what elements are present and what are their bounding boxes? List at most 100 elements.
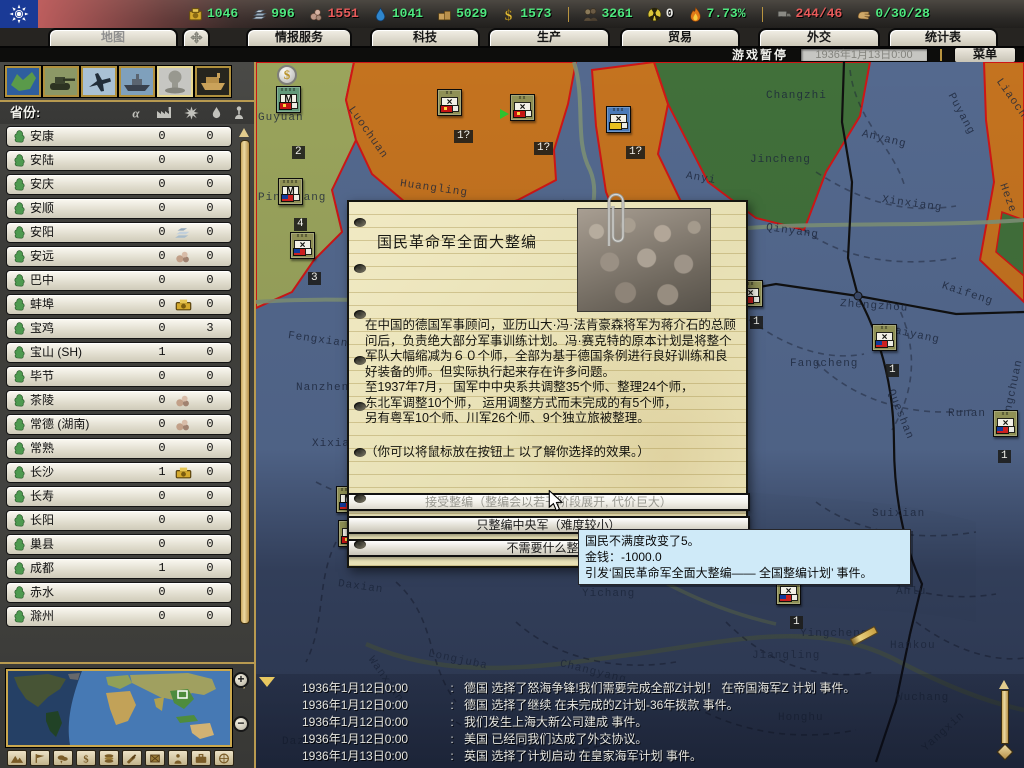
army-counter[interactable]: xxxxM$ xyxy=(276,86,301,113)
mapmode-terrain-button[interactable] xyxy=(7,750,27,766)
strength-pips: xxxx xyxy=(277,88,300,93)
province-name: 茶陵 xyxy=(30,394,149,407)
army-counter[interactable]: xxxxM xyxy=(278,178,303,205)
tab-trade[interactable]: 贸易 xyxy=(620,28,740,46)
naval-forces-button[interactable] xyxy=(119,66,155,97)
province-row[interactable]: 安康00 xyxy=(6,126,232,147)
province-value-1: 0 xyxy=(149,370,175,383)
tab-map[interactable]: 地图 xyxy=(48,28,178,46)
province-row[interactable]: 常熟00 xyxy=(6,438,232,459)
leaf-icon xyxy=(13,226,26,239)
air-forces-button[interactable] xyxy=(81,66,117,97)
province-row[interactable]: 常德 (湖南)00 xyxy=(6,414,232,435)
province-row[interactable]: 安顺00 xyxy=(6,198,232,219)
province-row[interactable]: 滁州00 xyxy=(6,606,232,627)
mapmode-economy-button[interactable]: $ xyxy=(76,750,96,766)
province-row[interactable]: 安阳00 xyxy=(6,222,232,243)
mapmode-weather-button[interactable] xyxy=(53,750,73,766)
land-forces-button[interactable] xyxy=(43,66,79,97)
metal-resource-icon xyxy=(175,227,195,239)
status-sub-bar: 游戏暂停 1936年1月13日0:00 菜单 xyxy=(0,48,1024,62)
province-row[interactable]: 安陆00 xyxy=(6,150,232,171)
tab-production[interactable]: 生产 xyxy=(488,28,610,46)
sort-industry-icon[interactable] xyxy=(156,106,172,120)
mapmode-resources-button[interactable] xyxy=(99,750,119,766)
no-resource-icon xyxy=(175,155,195,167)
menu-button[interactable]: 菜单 xyxy=(954,47,1016,63)
log-scrollbar[interactable] xyxy=(997,680,1011,758)
mapmode-supplies-button[interactable] xyxy=(145,750,165,766)
leaf-icon xyxy=(13,538,26,551)
province-row[interactable]: 宝鸡03 xyxy=(6,318,232,339)
no-resource-icon xyxy=(175,563,195,575)
log-entry[interactable]: 1936年1月12日0:00:德国 选择了继续 在未完成的Z计划-36年拨款 事… xyxy=(302,697,1024,714)
province-value-2: 0 xyxy=(195,346,225,359)
mapmode-partisans-button[interactable] xyxy=(168,750,188,766)
army-counter[interactable]: xx× xyxy=(872,324,897,351)
province-row[interactable]: 巴中00 xyxy=(6,270,232,291)
army-counter[interactable]: xxx× xyxy=(606,106,631,133)
province-row[interactable]: 巢县00 xyxy=(6,534,232,555)
event-option-accept-full-reorg[interactable]: 接受整编（整编会以若干阶段展开, 代价巨大） xyxy=(347,493,750,511)
province-row[interactable]: 长寿00 xyxy=(6,486,232,507)
province-value-2: 0 xyxy=(195,178,225,191)
paperclip-icon xyxy=(601,188,627,250)
province-name: 宝山 (SH) xyxy=(30,346,149,359)
world-minimap[interactable] xyxy=(6,669,232,747)
nuclear-forces-button[interactable] xyxy=(157,66,193,97)
province-row[interactable]: 毕节00 xyxy=(6,366,232,387)
minimap-zoom-out-button[interactable]: − xyxy=(233,716,249,732)
province-row[interactable]: 宝山 (SH)10 xyxy=(6,342,232,363)
leaf-icon xyxy=(13,298,26,311)
province-row[interactable]: 赤水00 xyxy=(6,582,232,603)
amphibious-forces-button[interactable] xyxy=(195,66,231,97)
province-value-2: 0 xyxy=(195,370,225,383)
log-entry[interactable]: 1936年1月12日0:00:我们发生上海大新公司建成 事件。 xyxy=(302,714,1024,731)
log-scroll-up-icon xyxy=(999,680,1009,689)
tab-statistics[interactable]: 统计表 xyxy=(888,28,998,46)
log-separator: : xyxy=(440,697,464,714)
log-entry[interactable]: 1936年1月12日0:00:美国 已经同我们达成了外交协议。 xyxy=(302,731,1024,748)
army-counter[interactable]: xxx× xyxy=(290,232,315,259)
sort-resources-icon[interactable] xyxy=(211,106,222,120)
army-counter[interactable]: xx× xyxy=(510,94,535,121)
province-row[interactable]: 长沙10 xyxy=(6,462,232,483)
convoys-value: 0/30/28 xyxy=(875,7,930,21)
scrollbar-thumb[interactable] xyxy=(240,140,250,624)
province-value-1: 0 xyxy=(149,202,175,215)
log-entry[interactable]: 1936年1月12日0:00:德国 选择了怒海争锋!我们需要完成全部Z计划！ 在… xyxy=(302,680,1024,697)
mapmode-military-button[interactable] xyxy=(122,750,142,766)
mapmode-political-button[interactable] xyxy=(30,750,50,766)
country-flag[interactable] xyxy=(0,0,38,28)
scroll-up-arrow[interactable] xyxy=(239,128,249,137)
sort-manpower-icon[interactable] xyxy=(234,106,244,120)
tab-tech[interactable]: 科技 xyxy=(370,28,480,46)
province-value-1: 0 xyxy=(149,250,175,263)
province-value-2: 0 xyxy=(195,562,225,575)
strength-pips: xx xyxy=(873,326,896,331)
army-counter[interactable]: xx× xyxy=(437,89,462,116)
mapmode-diplomacy-button[interactable] xyxy=(191,750,211,766)
log-collapse-arrow[interactable] xyxy=(259,677,275,687)
mapmode-victory-button[interactable] xyxy=(214,750,234,766)
sort-alpha-icon[interactable]: α xyxy=(128,106,144,120)
minimap-zoom-in-button[interactable]: + xyxy=(233,672,249,688)
province-row[interactable]: 长阳00 xyxy=(6,510,232,531)
tab-move[interactable] xyxy=(182,28,210,46)
province-name: 长寿 xyxy=(30,490,149,503)
province-row[interactable]: 蚌埠00 xyxy=(6,294,232,315)
province-value-2: 0 xyxy=(195,130,225,143)
map-overview-button[interactable] xyxy=(5,66,41,97)
log-entry[interactable]: 1936年1月13日0:00:英国 选择了计划启动 在皇家海军计划 事件。 xyxy=(302,748,1024,765)
province-row[interactable]: 安远00 xyxy=(6,246,232,267)
army-counter[interactable]: xx× xyxy=(993,410,1018,437)
province-name: 巴中 xyxy=(30,274,149,287)
province-row[interactable]: 成都10 xyxy=(6,558,232,579)
province-row[interactable]: 安庆00 xyxy=(6,174,232,195)
province-value-1: 0 xyxy=(149,418,175,431)
sort-aa-icon[interactable] xyxy=(184,106,199,120)
unit-marker-icon xyxy=(753,296,760,303)
tab-diplomacy[interactable]: 外交 xyxy=(758,28,880,46)
province-row[interactable]: 茶陵00 xyxy=(6,390,232,411)
tab-intel[interactable]: 情报服务 xyxy=(246,28,352,46)
